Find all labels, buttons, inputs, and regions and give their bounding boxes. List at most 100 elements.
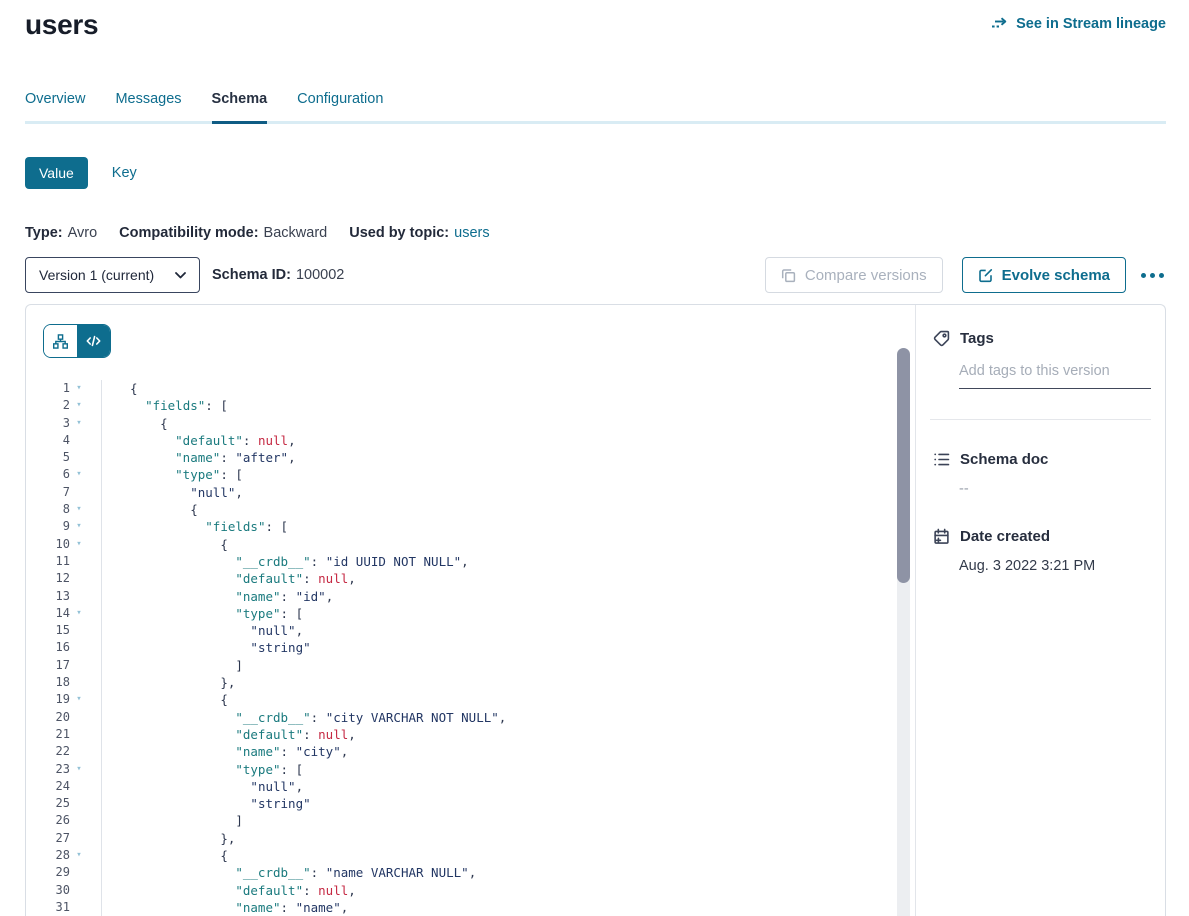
more-options-button[interactable] — [1139, 267, 1166, 284]
fold-arrow-icon[interactable]: ▾ — [70, 501, 88, 518]
tab-bar: Overview Messages Schema Configuration — [25, 91, 1166, 124]
line-gutter: 28▾ — [26, 847, 102, 864]
code-text: "default": null, — [102, 432, 296, 449]
line-gutter: 3▾ — [26, 415, 102, 432]
fold-arrow-icon[interactable]: ▾ — [70, 466, 88, 483]
code-text: { — [102, 501, 198, 518]
add-tags-input[interactable] — [959, 363, 1151, 389]
line-number: 7 — [26, 484, 70, 501]
line-number: 18 — [26, 674, 70, 691]
date-created-value: Aug. 3 2022 3:21 PM — [959, 558, 1151, 574]
compare-versions-button[interactable]: Compare versions — [765, 257, 943, 293]
code-text: "default": null, — [102, 570, 356, 587]
code-view-button[interactable] — [77, 325, 110, 357]
tree-view-button[interactable] — [44, 325, 77, 357]
line-gutter: 15 — [26, 622, 102, 639]
topic-link[interactable]: users — [454, 225, 489, 241]
line-number: 26 — [26, 812, 70, 829]
code-line: 13 "name": "id", — [26, 588, 915, 605]
compatibility-label: Compatibility mode: — [119, 225, 258, 241]
line-number: 10 — [26, 536, 70, 553]
fold-arrow-icon[interactable]: ▾ — [70, 518, 88, 535]
line-gutter: 2▾ — [26, 397, 102, 414]
type-meta: Type:Avro — [25, 225, 97, 241]
date-created-heading: Date created — [933, 528, 1151, 545]
fold-arrow-icon[interactable]: ▾ — [70, 847, 88, 864]
fold-arrow-icon[interactable]: ▾ — [70, 415, 88, 432]
code-line: 1▾{ — [26, 380, 915, 397]
line-gutter: 5 — [26, 449, 102, 466]
tab-overview[interactable]: Overview — [25, 91, 85, 124]
evolve-schema-button[interactable]: Evolve schema — [962, 257, 1126, 293]
fold-arrow-icon[interactable]: ▾ — [70, 397, 88, 414]
line-gutter: 21 — [26, 726, 102, 743]
line-number: 24 — [26, 778, 70, 795]
schema-code-panel: 1▾{2▾ "fields": [3▾ {4 "default": null,5… — [26, 305, 916, 916]
line-number: 21 — [26, 726, 70, 743]
version-select[interactable]: Version 1 (current) — [25, 257, 200, 293]
line-gutter: 6▾ — [26, 466, 102, 483]
line-gutter: 25 — [26, 795, 102, 812]
tags-section: Tags — [933, 330, 1151, 420]
code-text: "__crdb__": "name VARCHAR NULL", — [102, 864, 476, 881]
line-gutter: 8▾ — [26, 501, 102, 518]
stream-lineage-icon — [991, 16, 1009, 32]
line-number: 13 — [26, 588, 70, 605]
schema-id-value: 100002 — [296, 267, 344, 283]
line-number: 14 — [26, 605, 70, 622]
code-text: }, — [102, 830, 235, 847]
line-number: 19 — [26, 691, 70, 708]
code-lines: 1▾{2▾ "fields": [3▾ {4 "default": null,5… — [26, 380, 915, 916]
value-mode-button[interactable]: Value — [25, 157, 88, 189]
code-text: ] — [102, 812, 243, 829]
code-text: "null", — [102, 484, 243, 501]
tag-icon — [933, 330, 950, 347]
line-number: 8 — [26, 501, 70, 518]
line-gutter: 14▾ — [26, 605, 102, 622]
line-number: 12 — [26, 570, 70, 587]
code-text: "name": "city", — [102, 743, 348, 760]
version-bar: Version 1 (current) Schema ID: 100002 Com… — [25, 257, 1166, 293]
used-by-topic-label: Used by topic: — [349, 225, 449, 241]
code-line: 20 "__crdb__": "city VARCHAR NOT NULL", — [26, 709, 915, 726]
line-gutter: 29 — [26, 864, 102, 881]
tags-title: Tags — [960, 330, 994, 347]
fold-arrow-icon[interactable]: ▾ — [70, 536, 88, 553]
code-scrollbar[interactable] — [897, 348, 910, 916]
key-mode-link[interactable]: Key — [112, 165, 137, 181]
date-created-section: Date created Aug. 3 2022 3:21 PM — [933, 528, 1151, 574]
code-line: 21 "default": null, — [26, 726, 915, 743]
version-select-value: Version 1 (current) — [39, 267, 154, 283]
fold-arrow-icon[interactable]: ▾ — [70, 605, 88, 622]
fold-arrow-icon[interactable]: ▾ — [70, 380, 88, 397]
version-metadata-sidebar: Tags Schema doc — [916, 305, 1165, 916]
fold-arrow-icon[interactable]: ▾ — [70, 761, 88, 778]
line-number: 29 — [26, 864, 70, 881]
code-line: 23▾ "type": [ — [26, 761, 915, 778]
evolve-schema-label: Evolve schema — [1002, 267, 1110, 284]
code-text: "name": "name", — [102, 899, 348, 916]
code-line: 8▾ { — [26, 501, 915, 518]
line-number: 15 — [26, 622, 70, 639]
see-in-stream-lineage-link[interactable]: See in Stream lineage — [991, 16, 1166, 32]
code-line: 22 "name": "city", — [26, 743, 915, 760]
scrollbar-thumb[interactable] — [897, 348, 910, 583]
tab-configuration[interactable]: Configuration — [297, 91, 383, 124]
line-number: 6 — [26, 466, 70, 483]
tab-schema[interactable]: Schema — [212, 91, 268, 124]
line-gutter: 26 — [26, 812, 102, 829]
schema-id-label: Schema ID: — [212, 267, 291, 283]
schema-doc-heading: Schema doc — [933, 451, 1151, 468]
code-view-icon — [86, 334, 101, 348]
code-line: 17 ] — [26, 657, 915, 674]
version-actions: Compare versions Evolve schema — [765, 257, 1166, 293]
code-line: 14▾ "type": [ — [26, 605, 915, 622]
fold-arrow-icon[interactable]: ▾ — [70, 691, 88, 708]
line-gutter: 19▾ — [26, 691, 102, 708]
tab-messages[interactable]: Messages — [115, 91, 181, 124]
line-number: 23 — [26, 761, 70, 778]
line-number: 30 — [26, 882, 70, 899]
line-gutter: 22 — [26, 743, 102, 760]
line-number: 2 — [26, 397, 70, 414]
schema-doc-value: -- — [959, 481, 1151, 497]
